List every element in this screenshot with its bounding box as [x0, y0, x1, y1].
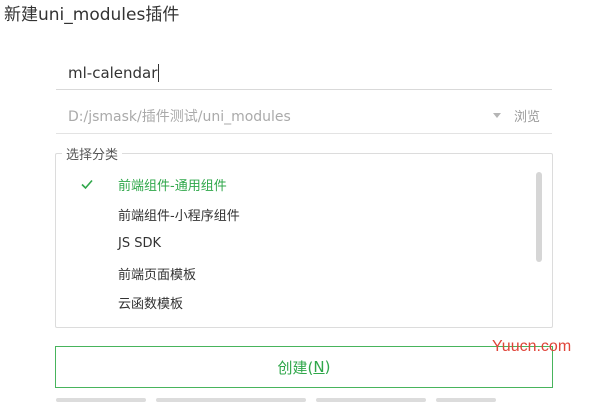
create-button-shortcut: N: [313, 358, 325, 376]
path-value: D:/jsmask/插件测试/uni_modules: [68, 108, 291, 125]
chevron-down-icon[interactable]: [490, 109, 504, 123]
create-button-label: 创建(: [277, 358, 314, 377]
category-item-label: 前端页面模板: [118, 267, 197, 283]
category-item-label: 云函数模板: [118, 297, 184, 313]
category-item-miniprogram-components[interactable]: 前端组件-小程序组件: [56, 200, 536, 230]
category-item-page-templates[interactable]: 前端页面模板: [56, 259, 536, 289]
category-legend: 选择分类: [62, 144, 123, 163]
plugin-name-value: ml-calendar: [68, 63, 158, 82]
category-item-label: 前端组件-通用组件: [118, 179, 227, 195]
category-group: 前端组件-通用组件 前端组件-小程序组件 JS SDK 前端页面模板 云函数模板: [55, 153, 553, 328]
create-button[interactable]: 创建(N): [55, 346, 553, 388]
category-item-label: 前端组件-小程序组件: [118, 208, 240, 224]
create-plugin-dialog: 新建uni_modules插件 ml-calendar D:/jsmask/插件…: [0, 0, 604, 402]
path-select[interactable]: D:/jsmask/插件测试/uni_modules 浏览: [56, 98, 552, 134]
category-item-label: JS SDK: [118, 236, 162, 252]
footer-hint-cropped: [56, 396, 526, 402]
category-item-cloud-function-templates[interactable]: 云函数模板: [56, 288, 536, 318]
plugin-name-input[interactable]: ml-calendar: [56, 56, 552, 90]
category-list: 前端组件-通用组件 前端组件-小程序组件 JS SDK 前端页面模板 云函数模板: [56, 170, 536, 320]
category-scrollbar[interactable]: [536, 172, 542, 262]
category-item-js-sdk[interactable]: JS SDK: [56, 229, 536, 259]
create-button-label-end: ): [324, 358, 331, 376]
watermark: Yuucn.com: [492, 338, 572, 355]
browse-button[interactable]: 浏览: [514, 106, 540, 125]
dialog-title: 新建uni_modules插件: [4, 5, 180, 25]
checkmark-icon: [80, 177, 94, 191]
text-caret: [158, 63, 160, 82]
category-item-general-components[interactable]: 前端组件-通用组件: [56, 170, 536, 200]
